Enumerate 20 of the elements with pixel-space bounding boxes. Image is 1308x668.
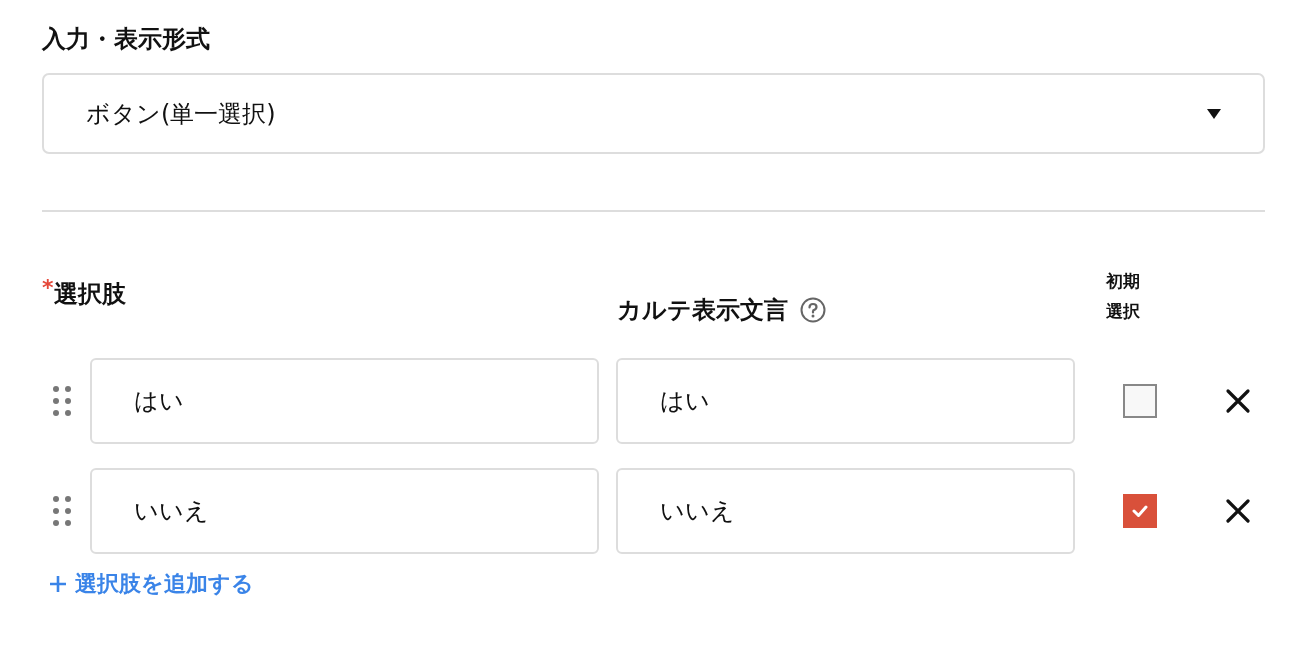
drag-handle-icon[interactable] [52,385,72,417]
choice-input[interactable]: はい [90,358,599,444]
choice-input[interactable]: いいえ [90,468,599,554]
drag-handle-icon[interactable] [52,495,72,527]
column-heading: 初期選択 [1106,270,1141,323]
delete-icon[interactable] [1225,498,1251,524]
add-choice-link[interactable]: 選択肢を追加する [49,569,254,599]
column-heading: 選択肢 [53,280,126,310]
plus-icon [49,575,67,593]
format-dropdown[interactable]: ボタン(単一選択) [42,73,1265,154]
chart-text-input[interactable]: はい [616,358,1075,444]
delete-icon[interactable] [1225,388,1251,414]
required-mark: * [42,278,54,298]
checkbox[interactable] [1123,384,1157,418]
chart-text-input[interactable]: いいえ [616,468,1075,554]
field-label: 入力・表示形式 [42,24,211,55]
checkbox[interactable] [1123,494,1157,528]
caret-icon [1207,108,1221,119]
help-icon[interactable] [800,297,826,323]
column-heading: カルテ表示文言 [617,295,788,326]
